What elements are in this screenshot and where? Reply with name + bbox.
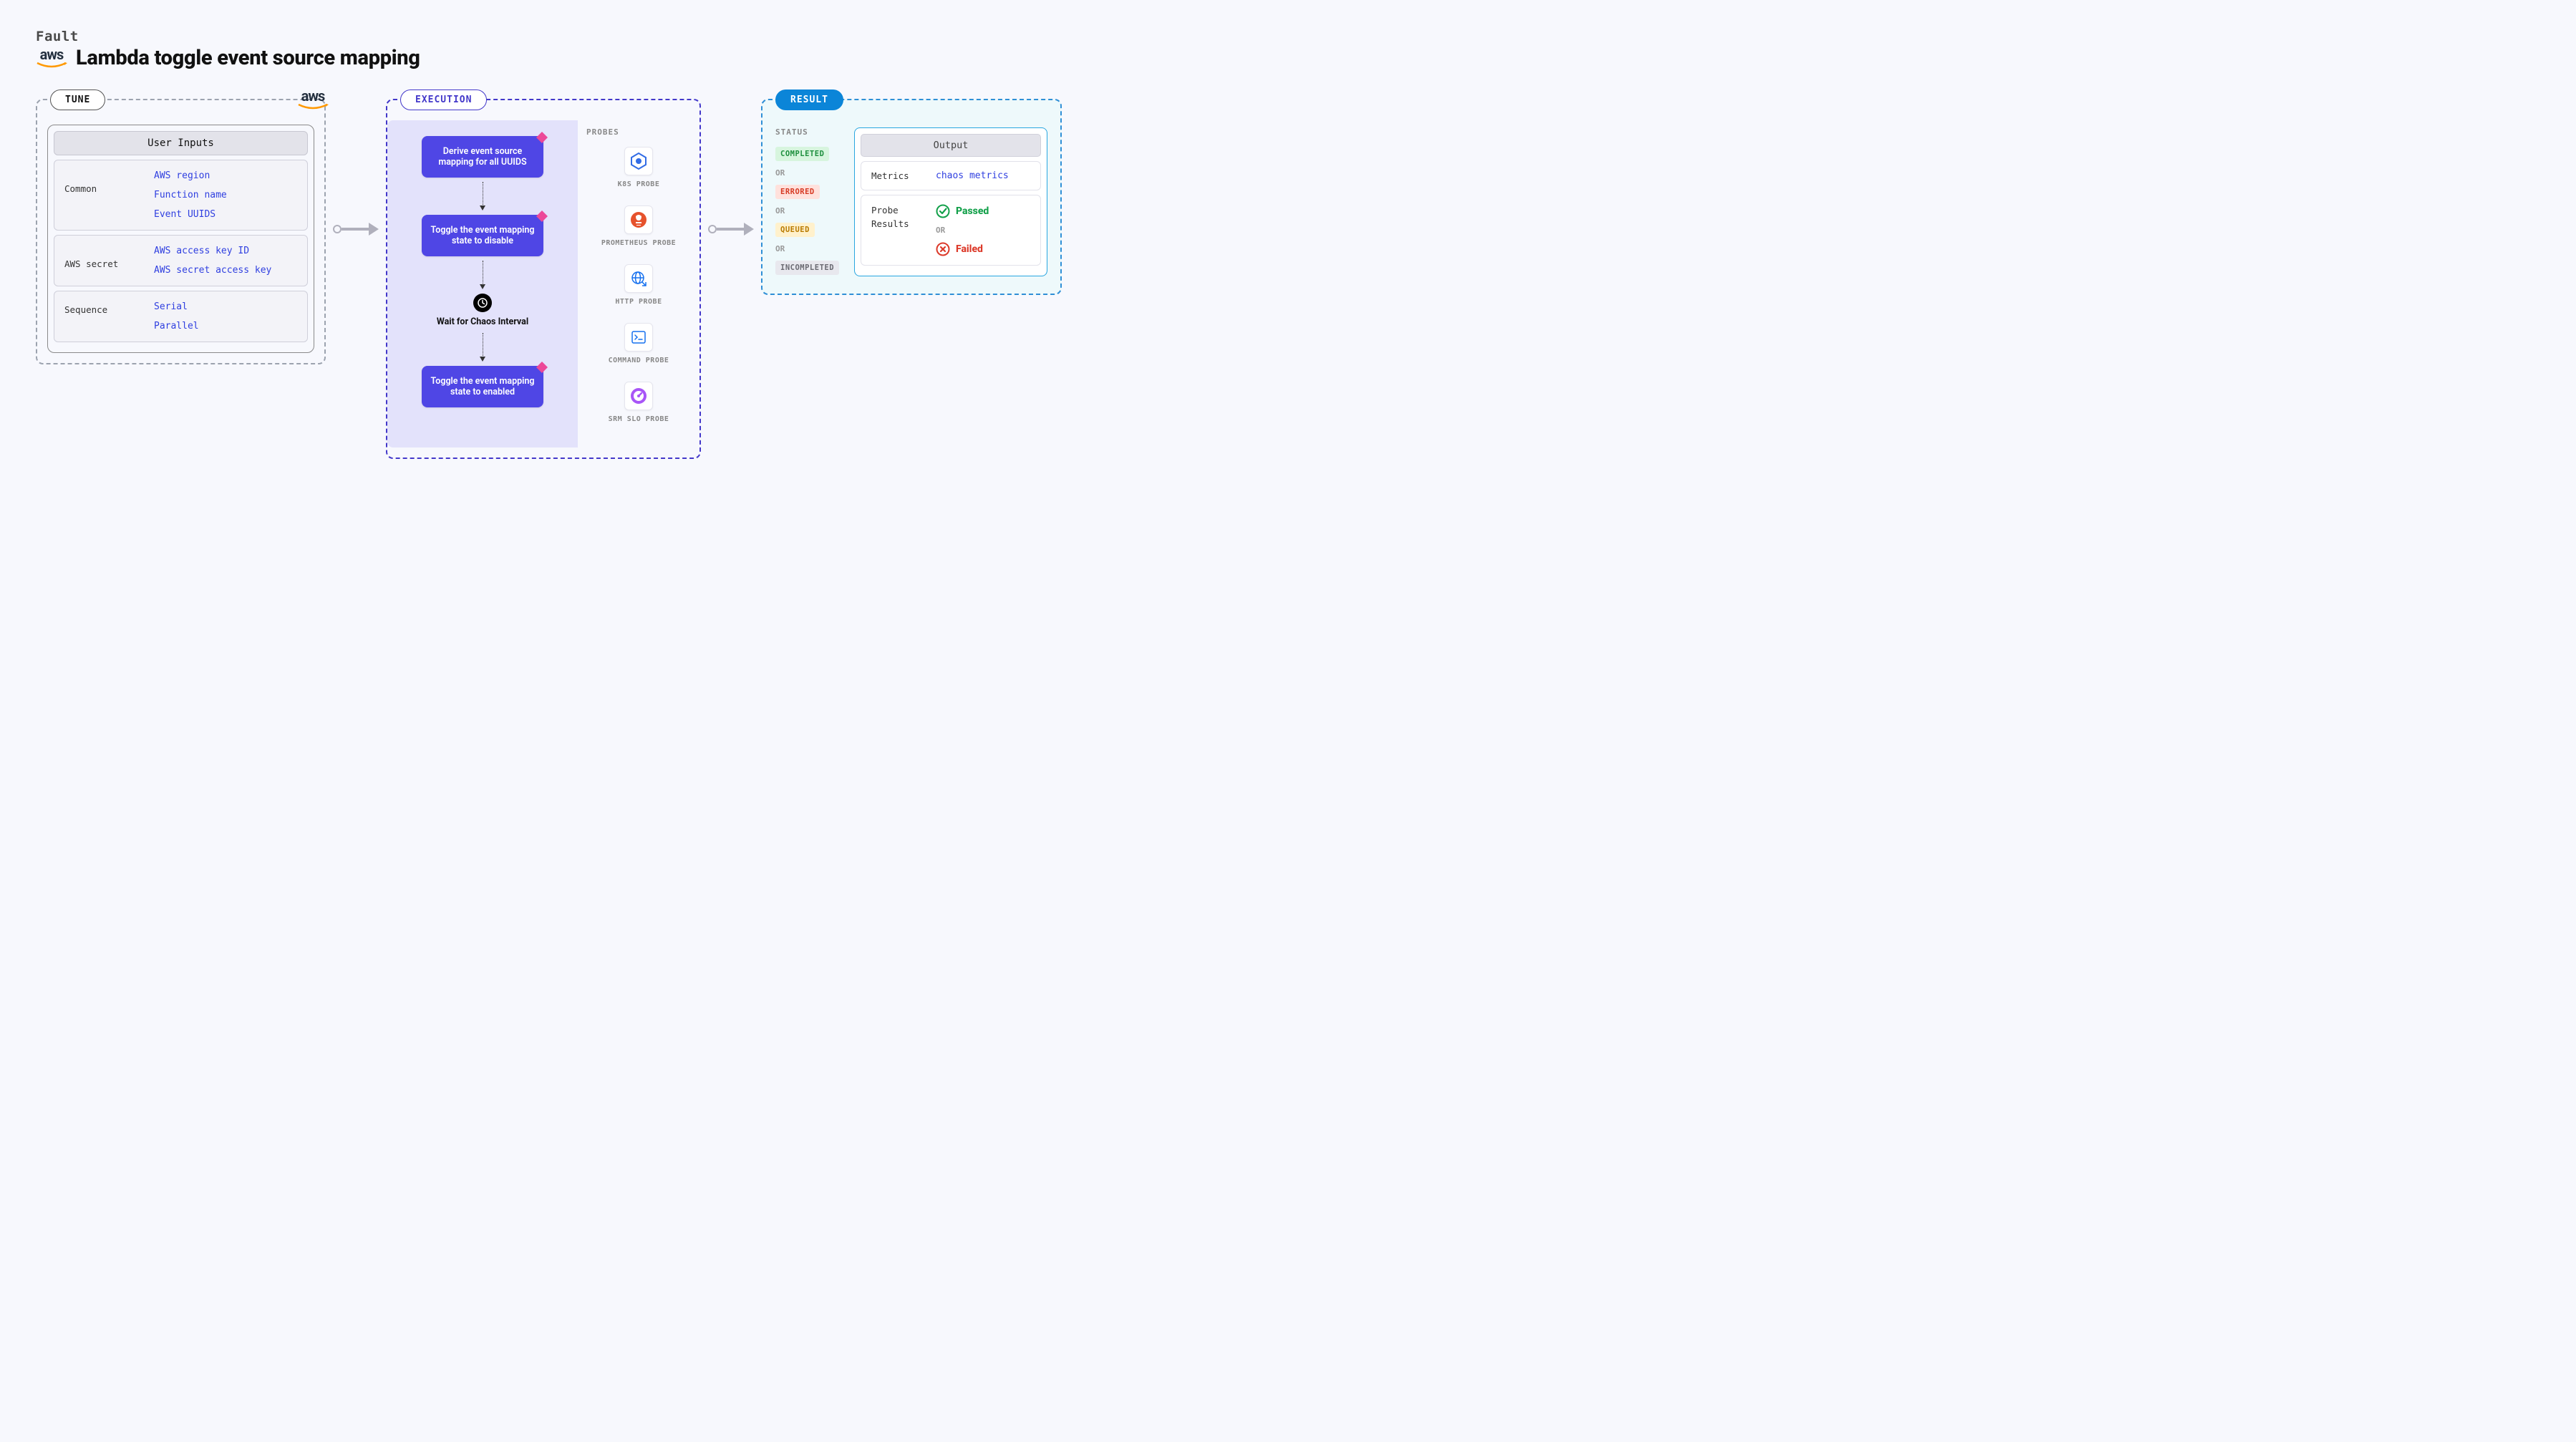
step-label: Toggle the event mapping state to disabl… xyxy=(431,225,535,246)
wait-step: Wait for Chaos Interval xyxy=(437,294,528,329)
connector-dot-icon xyxy=(333,225,342,233)
globe-icon xyxy=(624,264,653,293)
probe-label: PROMETHEUS PROBE xyxy=(601,238,676,248)
execution-flow: Derive event source mapping for all UUID… xyxy=(387,120,578,447)
page-title: Lambda toggle event source mapping xyxy=(76,46,420,70)
chaos-corner-icon xyxy=(536,132,548,143)
user-inputs-header: User Inputs xyxy=(54,131,308,155)
k8s-icon xyxy=(624,147,653,175)
fault-label: Fault xyxy=(36,29,2540,44)
probe-result-passed: Passed xyxy=(936,204,989,218)
execution-tab: EXECUTION xyxy=(400,89,487,110)
flow-arrow-down-icon xyxy=(482,333,483,362)
flow-arrow xyxy=(708,99,754,238)
gauge-icon xyxy=(624,382,653,410)
tune-tab: TUNE xyxy=(50,89,105,110)
probe-label: K8S PROBE xyxy=(618,180,660,190)
result-panel: RESULT STATUS COMPLETED OR ERRORED OR QU… xyxy=(761,99,1062,295)
chaos-corner-icon xyxy=(536,211,548,222)
output-row-probe-results: Probe Results Passed OR Failed xyxy=(861,195,1041,266)
stages-row: TUNE aws User Inputs Common AWS region F… xyxy=(36,99,2540,459)
probes-column: PROBES K8S PROBE PROMETHEUS PROBE HTTP P… xyxy=(578,120,699,447)
input-group-common: Common AWS region Function name Event UU… xyxy=(54,160,308,231)
terminal-icon xyxy=(624,323,653,352)
probe-results-label: Probe Results xyxy=(871,204,923,231)
execution-step: Derive event source mapping for all UUID… xyxy=(422,136,543,178)
status-badge: ERRORED xyxy=(775,185,820,199)
chaos-corner-icon xyxy=(536,362,548,373)
check-circle-icon xyxy=(936,204,950,218)
probe-label: HTTP PROBE xyxy=(615,297,662,307)
tune-panel: TUNE aws User Inputs Common AWS region F… xyxy=(36,99,326,364)
input-value: Serial xyxy=(154,301,199,312)
prometheus-icon xyxy=(624,205,653,234)
probe-command: COMMAND PROBE xyxy=(586,323,691,366)
output-card: Output Metrics chaos metrics Probe Resul… xyxy=(854,127,1047,276)
probe-http: HTTP PROBE xyxy=(586,264,691,307)
execution-step: Toggle the event mapping state to disabl… xyxy=(422,215,543,256)
aws-logo-icon: aws xyxy=(36,47,67,69)
step-label: Derive event source mapping for all UUID… xyxy=(438,146,526,168)
group-name: Sequence xyxy=(64,301,147,315)
probes-heading: PROBES xyxy=(586,127,691,137)
status-column: STATUS COMPLETED OR ERRORED OR QUEUED OR… xyxy=(762,120,848,284)
or-separator: OR xyxy=(775,168,841,178)
input-value: Function name xyxy=(154,190,227,200)
input-value: AWS access key ID xyxy=(154,246,271,256)
chaos-metrics-link[interactable]: chaos metrics xyxy=(936,170,1009,181)
execution-panel: EXECUTION Derive event source mapping fo… xyxy=(386,99,701,459)
input-value: Parallel xyxy=(154,321,199,332)
flow-arrow-down-icon xyxy=(482,182,483,211)
status-badge: QUEUED xyxy=(775,223,815,237)
result-tab: RESULT xyxy=(775,89,843,110)
execution-step: Toggle the event mapping state to enable… xyxy=(422,366,543,407)
group-name: AWS secret xyxy=(64,246,147,269)
or-separator: OR xyxy=(775,206,841,216)
wait-label: Wait for Chaos Interval xyxy=(437,316,528,329)
output-header: Output xyxy=(861,134,1041,157)
output-column: Output Metrics chaos metrics Probe Resul… xyxy=(848,120,1060,284)
flow-arrow-down-icon xyxy=(482,261,483,289)
failed-label: Failed xyxy=(956,243,983,255)
probe-label: SRM SLO PROBE xyxy=(609,415,669,425)
or-separator: OR xyxy=(936,226,989,235)
input-value: AWS secret access key xyxy=(154,265,271,276)
aws-logo-icon: aws xyxy=(297,89,329,110)
x-circle-icon xyxy=(936,242,950,256)
probe-k8s: K8S PROBE xyxy=(586,147,691,190)
probe-label: COMMAND PROBE xyxy=(609,356,669,366)
status-badge: COMPLETED xyxy=(775,147,829,161)
clock-icon xyxy=(473,294,492,312)
output-row-metrics: Metrics chaos metrics xyxy=(861,161,1041,190)
probe-prometheus: PROMETHEUS PROBE xyxy=(586,205,691,248)
input-group-sequence: Sequence Serial Parallel xyxy=(54,291,308,342)
step-label: Toggle the event mapping state to enable… xyxy=(431,376,535,397)
metrics-label: Metrics xyxy=(871,170,923,181)
or-separator: OR xyxy=(775,244,841,253)
input-group-aws-secret: AWS secret AWS access key ID AWS secret … xyxy=(54,235,308,286)
user-inputs-card: User Inputs Common AWS region Function n… xyxy=(47,125,314,353)
flow-arrow xyxy=(333,99,379,238)
status-badge: INCOMPLETED xyxy=(775,261,839,275)
connector-dot-icon xyxy=(708,225,717,233)
probe-srm-slo: SRM SLO PROBE xyxy=(586,382,691,425)
input-value: Event UUIDS xyxy=(154,209,227,220)
page-header: Fault aws Lambda toggle event source map… xyxy=(36,29,2540,70)
status-heading: STATUS xyxy=(775,127,841,137)
input-value: AWS region xyxy=(154,170,227,181)
passed-label: Passed xyxy=(956,205,989,217)
group-name: Common xyxy=(64,170,147,194)
probe-result-failed: Failed xyxy=(936,242,989,256)
